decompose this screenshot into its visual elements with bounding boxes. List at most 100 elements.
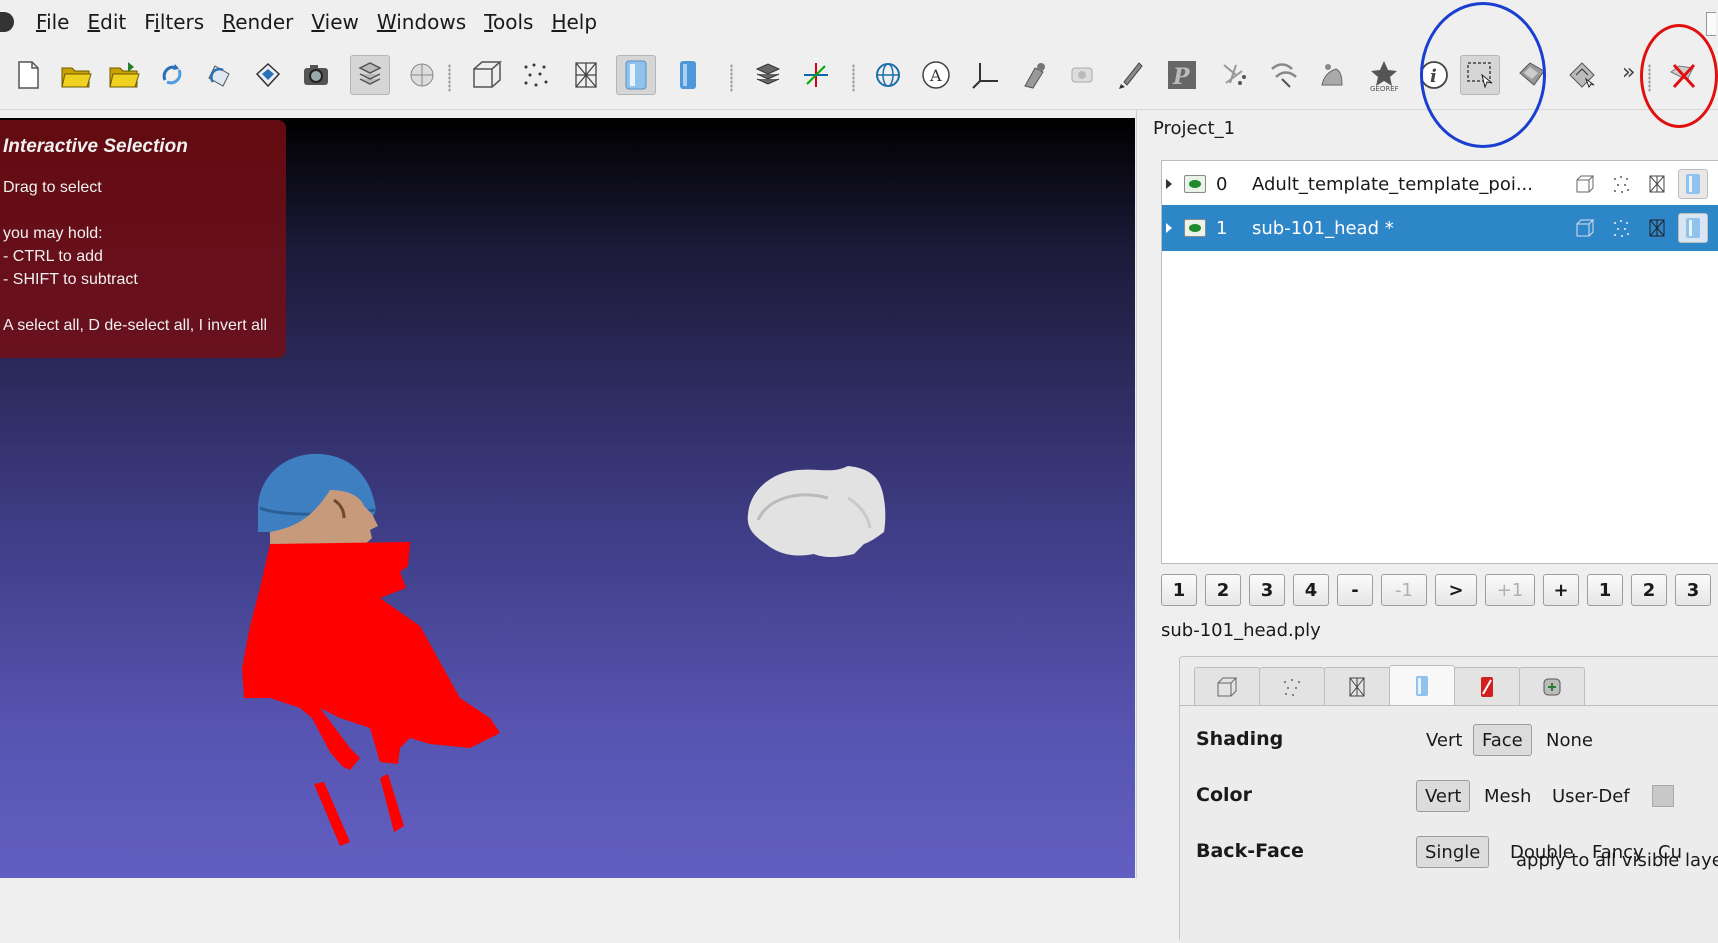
nav-button[interactable]: +1 (1485, 574, 1535, 606)
points-icon[interactable] (1606, 213, 1636, 243)
paint-icon[interactable] (1110, 55, 1150, 95)
fractal-icon[interactable] (1312, 55, 1352, 95)
nav-button[interactable]: 2 (1631, 574, 1667, 606)
nav-button[interactable]: > (1435, 574, 1477, 606)
color-userdef-option[interactable]: User-Def (1544, 780, 1638, 812)
bounding-box-icon[interactable] (466, 55, 506, 95)
expand-arrow-icon[interactable] (1166, 223, 1172, 233)
menu-render[interactable]: Render (222, 10, 293, 34)
flat-shading-icon[interactable] (1678, 213, 1708, 243)
bounding-box-tab-icon[interactable] (1194, 667, 1260, 705)
backface-single-option[interactable]: Single (1416, 836, 1490, 868)
wireframe-icon[interactable] (1642, 169, 1672, 199)
window-control-stub[interactable] (1706, 12, 1716, 36)
open-project-icon[interactable] (56, 55, 96, 95)
new-project-icon[interactable] (8, 55, 48, 95)
menu-filters[interactable]: Filters (144, 10, 204, 34)
flat-shading-icon[interactable] (616, 55, 656, 95)
layers-icon[interactable] (748, 55, 788, 95)
menu-help[interactable]: Help (551, 10, 597, 34)
menu-view[interactable]: View (311, 10, 358, 34)
point-picker-icon[interactable] (1214, 55, 1254, 95)
info-icon[interactable]: i (1414, 55, 1454, 95)
nav-button[interactable]: 2 (1205, 574, 1241, 606)
texture-icon[interactable]: P (1162, 55, 1202, 95)
bounding-box-icon[interactable] (1570, 213, 1600, 243)
svg-text:GEOREF: GEOREF (1370, 85, 1399, 92)
expand-arrow-icon[interactable] (1166, 179, 1172, 189)
wireframe-icon[interactable] (566, 55, 606, 95)
georef-icon[interactable]: GEOREF (1364, 55, 1404, 95)
texture-tab-icon[interactable] (1454, 667, 1520, 705)
project-title: Project_1 (1153, 118, 1236, 139)
snapshot-icon[interactable] (296, 55, 336, 95)
layer-dock: Project_1 0 Adult_template_template_poi.… (1136, 110, 1718, 943)
nav-button[interactable]: 3 (1249, 574, 1285, 606)
shading-face-option[interactable]: Face (1473, 724, 1532, 756)
points-icon[interactable] (1606, 169, 1636, 199)
unknown-sphere-icon[interactable] (402, 55, 442, 95)
head-mesh-model[interactable] (230, 448, 550, 848)
render-options-body: Shading Vert Face None Color Vert Mesh U… (1180, 705, 1718, 943)
wireframe-icon[interactable] (1642, 213, 1672, 243)
select-faces-rect-icon[interactable] (1460, 55, 1500, 95)
menu-edit[interactable]: Edit (87, 10, 126, 34)
user-color-swatch[interactable] (1652, 785, 1674, 807)
wireframe-tab-icon[interactable] (1324, 667, 1390, 705)
align-icon[interactable] (1264, 55, 1304, 95)
trackball-icon[interactable] (868, 55, 908, 95)
color-vert-option[interactable]: Vert (1416, 780, 1471, 812)
points-icon[interactable] (516, 55, 556, 95)
shading-vert-option[interactable]: Vert (1418, 724, 1470, 756)
menu-windows[interactable]: Windows (377, 10, 466, 34)
nav-button[interactable]: + (1543, 574, 1579, 606)
nav-button[interactable]: 1 (1161, 574, 1197, 606)
menu-file[interactable]: File (36, 10, 69, 34)
panel-hint: Drag to select (3, 179, 102, 196)
toolbar-overflow-button[interactable]: » (1622, 60, 1635, 85)
shading-none-option[interactable]: None (1538, 724, 1601, 756)
nav-button[interactable]: 4 (1293, 574, 1329, 606)
layer-index: 1 (1216, 217, 1228, 239)
3d-viewport[interactable]: Interactive Selection Drag to select you… (0, 118, 1135, 878)
solid-tab-icon[interactable] (1389, 665, 1455, 705)
export-mesh-icon[interactable] (248, 55, 288, 95)
layer-row[interactable]: 1 sub-101_head * (1162, 205, 1718, 251)
import-mesh-icon[interactable] (104, 55, 144, 95)
apply-all-checkbox-label[interactable]: apply to all visible laye (1516, 850, 1718, 871)
visibility-eye-icon[interactable] (1184, 175, 1206, 193)
layer-navigation-bar: 1 2 3 4 - -1 > +1 + 1 2 3 (1161, 574, 1711, 606)
layer-row[interactable]: 0 Adult_template_template_poi... (1162, 161, 1718, 207)
layer-list: 0 Adult_template_template_poi... 1 sub-1… (1161, 160, 1718, 564)
manipulator-icon[interactable] (1014, 55, 1054, 95)
nav-button[interactable]: -1 (1381, 574, 1427, 606)
visibility-eye-icon[interactable] (1184, 219, 1206, 237)
nav-button[interactable]: - (1337, 574, 1373, 606)
svg-text:A: A (929, 66, 942, 85)
camera-icon[interactable] (1062, 55, 1102, 95)
layer-index: 0 (1216, 173, 1228, 195)
nav-button[interactable]: 3 (1675, 574, 1711, 606)
nav-button[interactable]: 1 (1587, 574, 1623, 606)
axis-icon[interactable] (796, 55, 836, 95)
delete-selection-icon[interactable] (1664, 55, 1704, 95)
menu-tools[interactable]: Tools (484, 10, 533, 34)
svg-text:P: P (1172, 64, 1191, 90)
select-connected-icon[interactable] (1512, 55, 1552, 95)
toolbar-separator (730, 64, 733, 92)
annotation-icon[interactable]: A (916, 55, 956, 95)
bounding-box-icon[interactable] (1570, 169, 1600, 199)
select-vertices-icon[interactable] (1562, 55, 1602, 95)
layer-dialog-icon[interactable] (350, 55, 390, 95)
color-mesh-option[interactable]: Mesh (1476, 780, 1539, 812)
decorator-tab-icon[interactable] (1519, 667, 1585, 705)
points-tab-icon[interactable] (1259, 667, 1325, 705)
current-file-name: sub-101_head.ply (1161, 620, 1321, 641)
reload-all-icon[interactable] (200, 55, 240, 95)
template-head-model[interactable] (738, 458, 898, 588)
toolbar-separator (852, 64, 855, 92)
flat-shading-icon[interactable] (1678, 169, 1708, 199)
reload-icon[interactable] (152, 55, 192, 95)
measure-icon[interactable] (966, 55, 1006, 95)
smooth-shading-icon[interactable] (668, 55, 708, 95)
